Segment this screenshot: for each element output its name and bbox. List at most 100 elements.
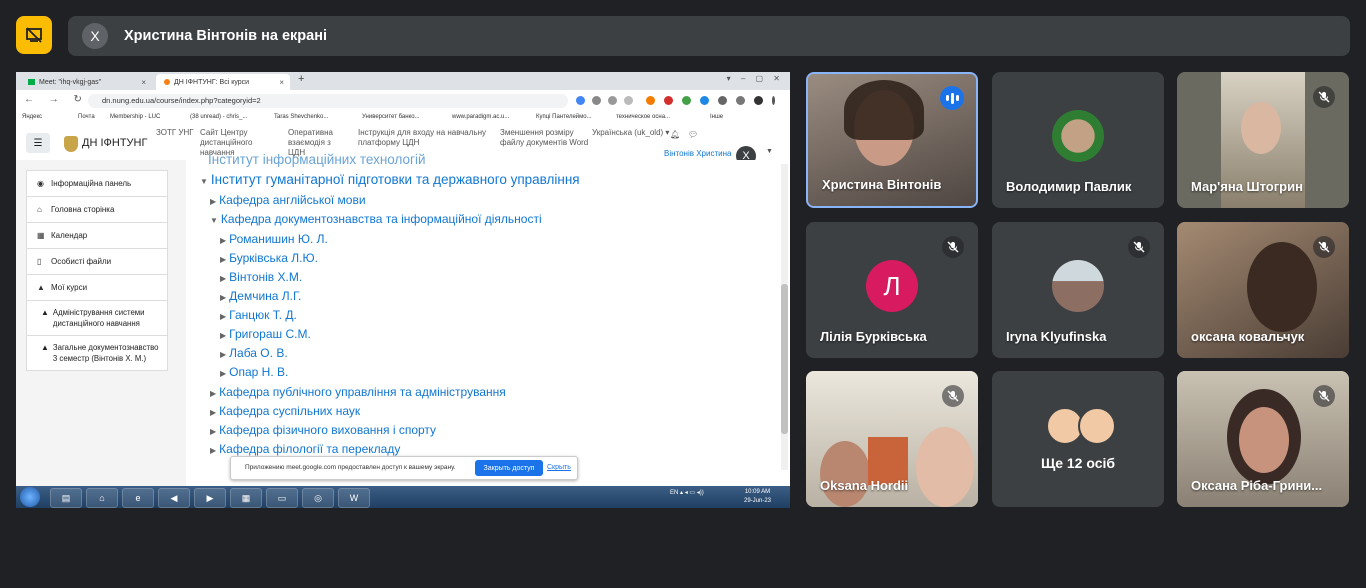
category-link[interactable]: ▶ Кафедра публічного управління та адміні… — [210, 385, 506, 399]
teacher-category-link[interactable]: ▶ Вінтонів Х.М. — [220, 270, 302, 284]
sidebar-item-files[interactable]: ▯ Особисті файли — [27, 249, 167, 275]
caret-right-icon[interactable]: ▶ — [210, 427, 216, 436]
bookmark-item[interactable]: Университет банко... — [362, 114, 420, 120]
sidebar-item-dashboard[interactable]: ◉ Інформаційна панель — [27, 171, 167, 197]
taskbar-ie-icon[interactable]: e — [122, 488, 154, 508]
caret-right-icon[interactable]: ▶ — [220, 369, 226, 378]
category-link[interactable]: ▼ Кафедра документознавства та інформацій… — [210, 212, 542, 226]
taskbar-chrome-icon[interactable]: ◎ — [302, 488, 334, 508]
bookmark-item[interactable]: Інше — [710, 114, 723, 120]
taskbar-word-icon[interactable]: W — [338, 488, 370, 508]
teacher-category-link[interactable]: ▶ Демчина Л.Г. — [220, 289, 301, 303]
close-tab-icon[interactable]: × — [279, 78, 284, 87]
puzzle-icon[interactable] — [718, 96, 727, 105]
caret-right-icon[interactable]: ▶ — [210, 408, 216, 417]
caret-right-icon[interactable]: ▶ — [220, 293, 226, 302]
caret-right-icon[interactable]: ▶ — [220, 274, 226, 283]
notifications-bell-icon[interactable]: 🔔︎ — [670, 130, 680, 139]
caret-right-icon[interactable]: ▶ — [220, 236, 226, 245]
teacher-category-link[interactable]: ▶ Опар Н. В. — [220, 365, 288, 379]
new-tab-button[interactable]: + — [298, 73, 304, 85]
caret-right-icon[interactable]: ▶ — [220, 350, 226, 359]
extension-blue-icon[interactable] — [700, 96, 709, 105]
sidebar-course-link[interactable]: ▲ Загальне документознавство 3 семестр (… — [27, 336, 167, 370]
sidebar-item-home[interactable]: ⌂ Головна сторінка — [27, 197, 167, 223]
scrollbar[interactable] — [781, 164, 788, 470]
menu-dots-icon[interactable] — [772, 96, 775, 105]
teacher-category-link[interactable]: ▶ Бурківська Л.Ю. — [220, 251, 318, 265]
share-icon[interactable] — [608, 96, 617, 105]
caret-down-icon[interactable]: ▼ — [200, 177, 208, 186]
stop-presenting-button[interactable] — [16, 16, 52, 54]
participant-tile[interactable]: оксана ковальчук — [1177, 222, 1349, 358]
bookmark-item[interactable]: Taras Shevchenko... — [274, 114, 328, 120]
caret-right-icon[interactable]: ▶ — [210, 446, 216, 455]
participant-tile[interactable]: Володимир Павлик — [992, 72, 1164, 208]
google-icon[interactable] — [576, 96, 585, 105]
participant-tile[interactable]: Христина Вінтонів — [806, 72, 978, 208]
start-button-icon[interactable] — [20, 487, 40, 507]
translate-icon[interactable] — [592, 96, 601, 105]
hide-notice-link[interactable]: Скрыть — [547, 464, 571, 471]
participant-tile[interactable]: Л Лілія Бурківська — [806, 222, 978, 358]
category-link[interactable]: Інститут інформаційних технологій — [208, 152, 426, 167]
extension-icons[interactable] — [572, 94, 784, 108]
nav-link[interactable]: ЗОТГ УНГ — [156, 128, 206, 138]
nav-link[interactable]: Зменшення розміру файлу документів Word — [500, 128, 590, 160]
taskbar-clock[interactable]: 10:09 AM 29-Jun-23 — [744, 488, 771, 506]
extension-orange-icon[interactable] — [646, 96, 655, 105]
category-link[interactable]: ▶ Кафедра суспільних наук — [210, 404, 360, 418]
bookmark-item[interactable]: www.paradigm.ac.u... — [452, 114, 509, 120]
extension-green-icon[interactable] — [682, 96, 691, 105]
category-link[interactable]: ▼ Інститут гуманітарної підготовки та дер… — [200, 172, 580, 187]
caret-right-icon[interactable]: ▶ — [220, 255, 226, 264]
category-link[interactable]: ▶ Кафедра англійської мови — [210, 193, 366, 207]
participant-tile[interactable]: Oksana Hordii — [806, 371, 978, 507]
teacher-category-link[interactable]: ▶ Григораш С.М. — [220, 327, 311, 341]
teacher-category-link[interactable]: ▶ Романишин Ю. Л. — [220, 232, 328, 246]
bookmark-item[interactable]: Почта — [78, 114, 95, 120]
extension-red-icon[interactable] — [664, 96, 673, 105]
caret-right-icon[interactable]: ▶ — [220, 331, 226, 340]
messages-icon[interactable]: 💬︎ — [688, 130, 698, 139]
category-link[interactable]: ▶ Кафедра фізичного виховання і спорту — [210, 423, 436, 437]
hamburger-menu-icon[interactable]: ☰ — [26, 133, 50, 153]
participant-tile[interactable]: Оксана Ріба-Грини... — [1177, 371, 1349, 507]
bookmark-item[interactable]: Яндекс — [22, 114, 42, 120]
star-icon[interactable] — [624, 96, 633, 105]
stop-sharing-button[interactable]: Закрыть доступ — [475, 460, 543, 476]
scrollbar-thumb[interactable] — [781, 284, 788, 434]
chevron-down-icon[interactable]: ▼ — [766, 148, 773, 155]
system-tray[interactable]: EN ▴ ◂ ▭ ◂)) — [670, 489, 704, 496]
language-menu[interactable]: Українська (uk_old) ▾ — [592, 128, 672, 138]
close-tab-icon[interactable]: × — [141, 78, 146, 87]
caret-right-icon[interactable]: ▶ — [210, 197, 216, 206]
taskbar-volume-icon[interactable]: ◀ — [158, 488, 190, 508]
category-link[interactable]: ▶ Кафедра філології та перекладу — [210, 442, 400, 456]
taskbar-folder-icon[interactable]: ▭ — [266, 488, 298, 508]
browser-tab-moodle[interactable]: ДН ІФНТУНГ: Всі курси × — [156, 74, 290, 90]
sidebar-item-my-courses[interactable]: ▲ Мої курси — [27, 275, 167, 301]
taskbar-home-icon[interactable]: ⌂ — [86, 488, 118, 508]
caret-right-icon[interactable]: ▶ — [220, 312, 226, 321]
teacher-category-link[interactable]: ▶ Ганцюк Т. Д. — [220, 308, 297, 322]
teacher-category-link[interactable]: ▶ Лаба О. В. — [220, 346, 288, 360]
window-controls[interactable]: ▾ – ▢ ✕ — [727, 74, 784, 83]
url-input[interactable]: dn.nung.edu.ua/course/index.php?category… — [88, 94, 568, 108]
taskbar-winrar-icon[interactable]: ▦ — [230, 488, 262, 508]
sidebar-item-calendar[interactable]: ▦ Календар — [27, 223, 167, 249]
site-name[interactable]: ДН ІФНТУНГ — [82, 137, 147, 149]
taskbar-explorer-icon[interactable]: ▤ — [50, 488, 82, 508]
participant-tile[interactable]: Мар'яна Штогрин — [1177, 72, 1349, 208]
caret-down-icon[interactable]: ▼ — [210, 216, 218, 225]
profile-icon[interactable] — [754, 96, 763, 105]
bookmark-item[interactable]: Купці Пантелеймо... — [536, 114, 592, 120]
user-menu[interactable]: Вінтонів Христина — [664, 149, 731, 158]
caret-right-icon[interactable]: ▶ — [210, 389, 216, 398]
participant-tile[interactable]: Iryna Klyufinska — [992, 222, 1164, 358]
bookmark-item[interactable]: техническое осна... — [616, 114, 670, 120]
browser-tab-meet[interactable]: Meet: "ihq-vkgj-gas" × — [20, 74, 152, 90]
more-participants-tile[interactable]: Ще 12 осіб — [992, 371, 1164, 507]
bookmark-item[interactable]: Membership - LUC — [110, 114, 160, 120]
bookmark-item[interactable]: (38 unread) - chris_... — [190, 114, 247, 120]
